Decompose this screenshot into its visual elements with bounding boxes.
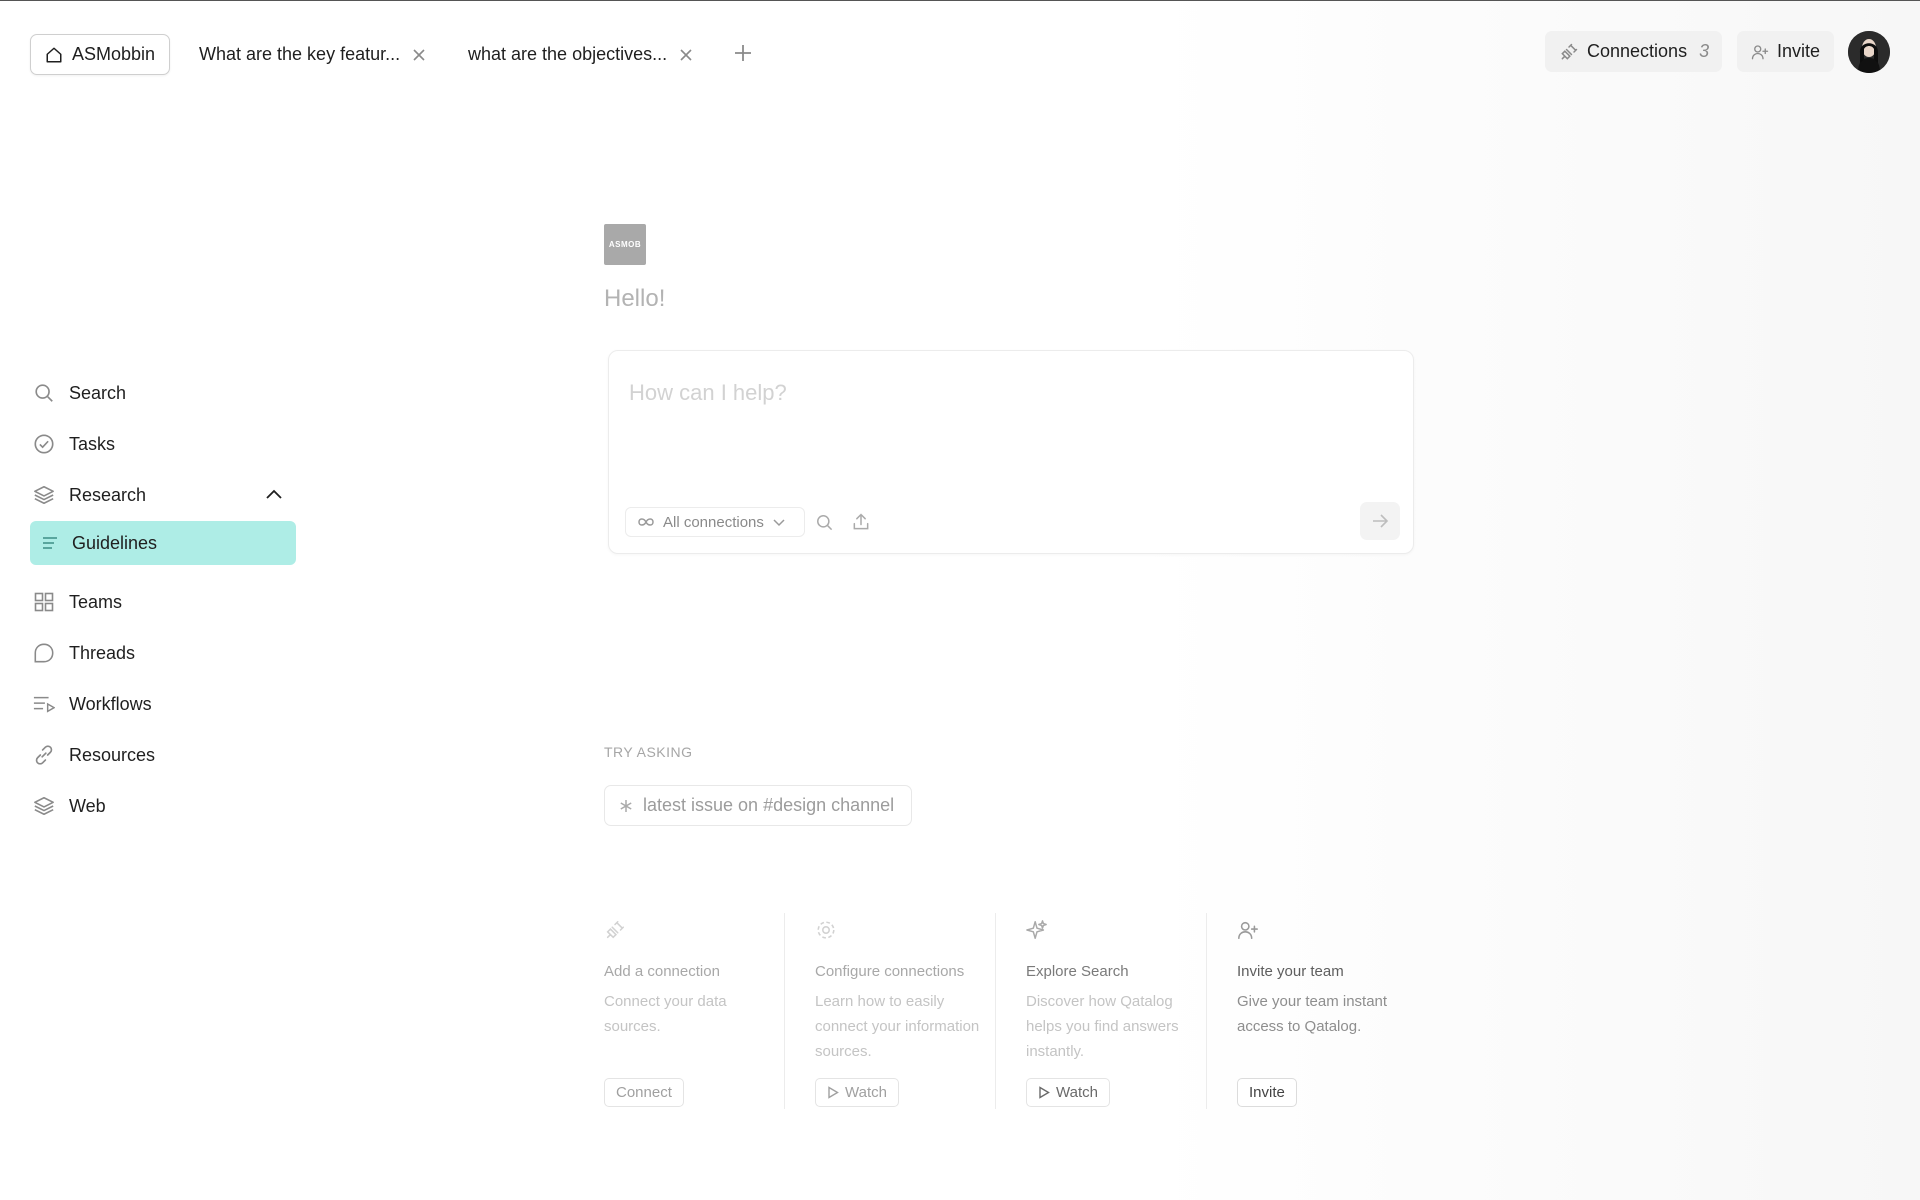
- user-plus-icon: [1237, 919, 1259, 941]
- connections-label: Connections: [1587, 41, 1688, 61]
- card-description: Give your team instant access to Qatalog…: [1237, 993, 1388, 1035]
- close-icon[interactable]: [679, 48, 693, 62]
- card-button-label: Invite: [1249, 1084, 1285, 1101]
- sidebar-item-label: Teams: [69, 591, 123, 612]
- connections-count: 3: [1699, 41, 1710, 61]
- tab-key-features[interactable]: What are the key featur...: [199, 34, 426, 75]
- connect-button[interactable]: Connect: [604, 1078, 684, 1107]
- gear-icon: [815, 919, 837, 941]
- try-asking-label: TRY ASKING: [604, 744, 693, 760]
- sidebar-item-search[interactable]: Search: [30, 371, 296, 415]
- prompt-box: All connections: [608, 350, 1414, 554]
- play-icon: [827, 1086, 839, 1099]
- card-add-connection: Add a connection Connect your data sourc…: [604, 913, 774, 1109]
- connections-select-label: All connections: [663, 513, 764, 531]
- layers-icon: [33, 484, 55, 506]
- card-description: Discover how Qatalog helps you find answ…: [1026, 993, 1179, 1060]
- sparkle-icon: [1026, 919, 1048, 941]
- card-title: Invite your team: [1237, 963, 1344, 980]
- sidebar-item-teams[interactable]: Teams: [30, 580, 296, 624]
- card-button-label: Connect: [616, 1084, 672, 1101]
- sidebar-item-label: Search: [69, 382, 127, 403]
- tab-home[interactable]: ASMobbin: [30, 34, 170, 75]
- grid-icon: [33, 591, 55, 613]
- chat-bubble-icon: [33, 642, 55, 664]
- home-icon: [45, 46, 63, 64]
- infinity-icon: [636, 516, 656, 528]
- watch-button[interactable]: Watch: [1026, 1078, 1110, 1107]
- workspace-logo: ASMOB: [604, 224, 646, 265]
- suggestion-text: latest issue on #design channel: [643, 795, 895, 815]
- invite-team-button[interactable]: Invite: [1237, 1078, 1297, 1107]
- sidebar-item-research[interactable]: Research: [30, 473, 296, 517]
- sidebar-item-label: Research: [69, 484, 147, 505]
- connections-select[interactable]: All connections: [625, 507, 805, 537]
- card-description: Learn how to easily connect your informa…: [815, 993, 980, 1060]
- divider: [1206, 913, 1207, 1109]
- invite-label: Invite: [1777, 41, 1821, 61]
- send-button[interactable]: [1360, 502, 1400, 540]
- plus-icon[interactable]: [733, 43, 753, 63]
- logo-text: ASMOB: [608, 240, 642, 249]
- prompt-input[interactable]: [629, 375, 1389, 411]
- user-plus-icon: [1751, 43, 1769, 61]
- sidebar-item-label: Workflows: [69, 693, 152, 714]
- close-icon[interactable]: [412, 48, 426, 62]
- plug-icon: [1559, 42, 1579, 62]
- divider: [784, 913, 785, 1109]
- chevron-down-icon: [771, 514, 787, 530]
- link-icon: [33, 744, 55, 766]
- sidebar-item-web[interactable]: Web: [30, 784, 296, 828]
- card-explore-search: Explore Search Discover how Qatalog help…: [1026, 913, 1196, 1109]
- play-icon: [1038, 1086, 1050, 1099]
- tab-home-label: ASMobbin: [72, 44, 156, 64]
- list-play-icon: [33, 693, 55, 715]
- card-invite-team: Invite your team Give your team instant …: [1237, 913, 1407, 1109]
- card-button-label: Watch: [1056, 1084, 1098, 1101]
- top-bar: ASMobbin What are the key featur... what…: [0, 1, 1920, 105]
- avatar[interactable]: [1848, 31, 1890, 73]
- sidebar-item-workflows[interactable]: Workflows: [30, 682, 296, 726]
- sidebar-item-label: Web: [69, 795, 106, 816]
- invite-button[interactable]: Invite: [1737, 31, 1834, 72]
- sidebar-item-tasks[interactable]: Tasks: [30, 422, 296, 466]
- check-circle-icon: [33, 433, 55, 455]
- suggestion-chip[interactable]: latest issue on #design channel: [604, 785, 912, 826]
- sidebar-item-label: Resources: [69, 744, 156, 765]
- layers-icon: [33, 795, 55, 817]
- sidebar-item-label: Threads: [69, 642, 136, 663]
- upload-icon[interactable]: [851, 512, 871, 532]
- search-icon[interactable]: [815, 513, 834, 532]
- search-icon: [33, 382, 55, 404]
- plug-icon: [604, 919, 626, 941]
- tab-label: what are the objectives...: [468, 44, 668, 64]
- watch-button[interactable]: Watch: [815, 1078, 899, 1107]
- greeting: Hello!: [604, 285, 666, 312]
- sidebar-item-label: Guidelines: [72, 532, 158, 553]
- sidebar-item-label: Tasks: [69, 433, 116, 454]
- card-title: Add a connection: [604, 963, 720, 980]
- card-title: Explore Search: [1026, 963, 1129, 980]
- tab-label: What are the key featur...: [199, 44, 401, 64]
- card-configure-connections: Configure connections Learn how to easil…: [815, 913, 985, 1109]
- sidebar-item-guidelines[interactable]: Guidelines: [30, 521, 296, 565]
- divider: [995, 913, 996, 1109]
- connections-button[interactable]: Connections 3: [1545, 31, 1722, 72]
- card-title: Configure connections: [815, 963, 965, 980]
- arrow-right-icon: [1371, 512, 1389, 530]
- sidebar-item-resources[interactable]: Resources: [30, 733, 296, 777]
- card-button-label: Watch: [845, 1084, 887, 1101]
- asterisk-icon: [619, 799, 633, 813]
- tab-objectives[interactable]: what are the objectives...: [468, 34, 693, 75]
- sidebar-item-threads[interactable]: Threads: [30, 631, 296, 675]
- card-description: Connect your data sources.: [604, 993, 727, 1035]
- lines-icon: [42, 532, 58, 554]
- chevron-up-icon[interactable]: [264, 485, 284, 505]
